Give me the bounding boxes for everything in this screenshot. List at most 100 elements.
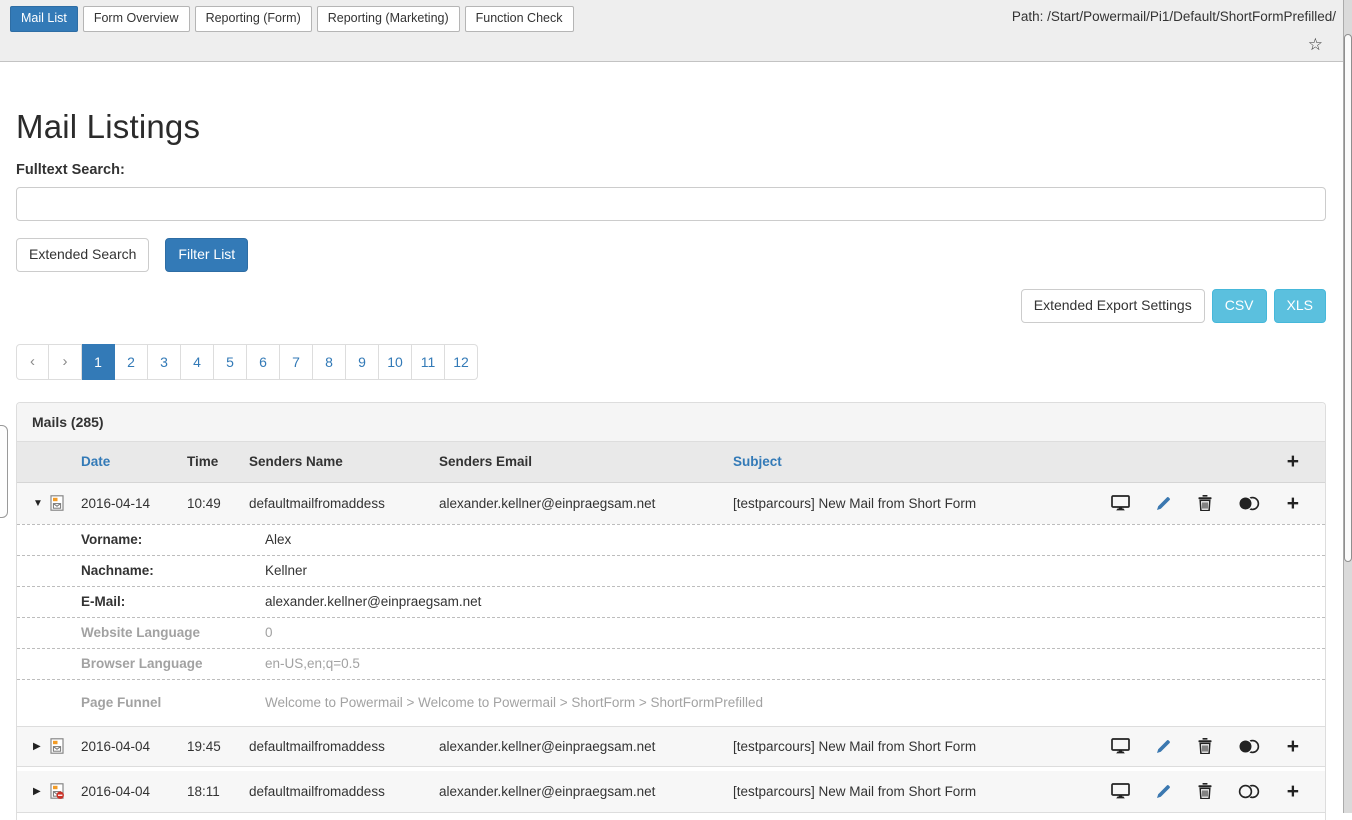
cell-sender-name: defaultmailfromaddess <box>249 739 439 754</box>
edit-pencil-icon[interactable] <box>1156 784 1171 799</box>
cell-date: 2016-04-04 <box>81 739 187 754</box>
fulltext-search-label: Fulltext Search: <box>16 162 1326 178</box>
extended-search-button[interactable]: Extended Search <box>16 238 149 272</box>
preview-monitor-icon[interactable] <box>1111 495 1130 511</box>
main-content: Mail Listings Fulltext Search: Extended … <box>0 62 1352 820</box>
mail-record-icon <box>50 738 64 754</box>
cell-time: 19:45 <box>187 739 249 754</box>
detail-row: E-Mail: alexander.kellner@einpraegsam.ne… <box>17 586 1325 617</box>
delete-trash-icon[interactable] <box>1198 783 1212 799</box>
delete-trash-icon[interactable] <box>1198 495 1212 511</box>
page-title: Mail Listings <box>16 62 1326 146</box>
table-header-row: Date Time Senders Name Senders Email Sub… <box>17 442 1325 483</box>
detail-value: 0 <box>265 625 1325 640</box>
cell-sender-name: defaultmailfromaddess <box>249 496 439 511</box>
detail-value: alexander.kellner@einpraegsam.net <box>265 594 1325 609</box>
tab-form-overview[interactable]: Form Overview <box>83 6 190 32</box>
search-actions: Extended Search Filter List <box>16 238 1326 272</box>
pagination-page-6[interactable]: 6 <box>247 344 280 380</box>
add-icon[interactable]: + <box>1287 493 1299 514</box>
pagination-page-9[interactable]: 9 <box>346 344 379 380</box>
csv-export-button[interactable]: CSV <box>1212 289 1267 323</box>
cell-sender-name: defaultmailfromaddess <box>249 784 439 799</box>
column-header-senders-email: Senders Email <box>439 454 733 469</box>
expand-caret-icon[interactable]: ▶ <box>33 741 44 752</box>
filter-list-button[interactable]: Filter List <box>165 238 248 272</box>
delete-trash-icon[interactable] <box>1198 738 1212 754</box>
table-row: ▼ 2016-04-14 10:49 defaultmailfromaddess… <box>17 483 1325 524</box>
pagination-page-2[interactable]: 2 <box>115 344 148 380</box>
cell-subject: [testparcours] New Mail from Short Form <box>733 739 1099 754</box>
column-header-date[interactable]: Date <box>81 454 187 469</box>
column-header-senders-name: Senders Name <box>249 454 439 469</box>
tab-reporting-marketing[interactable]: Reporting (Marketing) <box>317 6 460 32</box>
detail-label: Nachname: <box>17 563 265 578</box>
detail-label: Vorname: <box>17 532 265 547</box>
detail-value: Welcome to Powermail > Welcome to Powerm… <box>265 695 1325 710</box>
visibility-toggle-on-icon[interactable] <box>1238 739 1260 754</box>
cell-time: 18:11 <box>187 784 249 799</box>
add-icon[interactable]: + <box>1287 781 1299 802</box>
add-column-icon[interactable]: + <box>1287 451 1299 472</box>
preview-monitor-icon[interactable] <box>1111 738 1130 754</box>
pagination-page-7[interactable]: 7 <box>280 344 313 380</box>
bookmark-star-icon[interactable]: ☆ <box>1308 36 1323 53</box>
mail-record-hidden-icon <box>50 783 64 799</box>
tab-mail-list[interactable]: Mail List <box>10 6 78 32</box>
pagination-page-1[interactable]: 1 <box>82 344 115 380</box>
pagination: ‹ › 1 2 3 4 5 6 7 8 9 10 11 12 <box>16 344 478 380</box>
visibility-toggle-off-icon[interactable] <box>1238 784 1260 799</box>
detail-label: Browser Language <box>17 656 265 671</box>
table-row: ▶ 2016-04-04 18:11 defaultmailfromaddess… <box>17 771 1325 812</box>
pagination-page-8[interactable]: 8 <box>313 344 346 380</box>
visibility-toggle-on-icon[interactable] <box>1238 496 1260 511</box>
mails-panel-title: Mails (285) <box>17 403 1325 442</box>
pagination-page-3[interactable]: 3 <box>148 344 181 380</box>
pagination-page-11[interactable]: 11 <box>412 344 445 380</box>
add-icon[interactable]: + <box>1287 736 1299 757</box>
cell-time: 10:49 <box>187 496 249 511</box>
detail-label: Website Language <box>17 625 265 640</box>
detail-row: Page Funnel Welcome to Powermail > Welco… <box>17 679 1325 726</box>
column-header-subject[interactable]: Subject <box>733 454 1099 469</box>
vertical-scrollbar[interactable] <box>1343 0 1352 813</box>
pagination-page-4[interactable]: 4 <box>181 344 214 380</box>
collapse-caret-icon[interactable]: ▼ <box>33 498 44 509</box>
mail-record-icon <box>50 495 64 511</box>
preview-monitor-icon[interactable] <box>1111 783 1130 799</box>
edit-pencil-icon[interactable] <box>1156 496 1171 511</box>
doc-header: Mail List Form Overview Reporting (Form)… <box>0 0 1352 62</box>
edit-pencil-icon[interactable] <box>1156 739 1171 754</box>
tab-function-check[interactable]: Function Check <box>465 6 574 32</box>
cell-sender-email: alexander.kellner@einpraegsam.net <box>439 784 733 799</box>
expand-caret-icon[interactable]: ▶ <box>33 786 44 797</box>
extended-export-settings-button[interactable]: Extended Export Settings <box>1021 289 1205 323</box>
pagination-next-icon[interactable]: › <box>49 344 82 380</box>
detail-row: Website Language 0 <box>17 617 1325 648</box>
pagination-page-10[interactable]: 10 <box>379 344 412 380</box>
cell-sender-email: alexander.kellner@einpraegsam.net <box>439 739 733 754</box>
cell-subject: [testparcours] New Mail from Short Form <box>733 496 1099 511</box>
pagination-page-5[interactable]: 5 <box>214 344 247 380</box>
column-header-time: Time <box>187 454 249 469</box>
tab-reporting-form[interactable]: Reporting (Form) <box>195 6 312 32</box>
page-path: Path: /Start/Powermail/Pi1/Default/Short… <box>1012 9 1336 24</box>
module-tabs: Mail List Form Overview Reporting (Form)… <box>10 6 574 32</box>
detail-value: Kellner <box>265 563 1325 578</box>
pagination-prev-icon[interactable]: ‹ <box>16 344 49 380</box>
cell-date: 2016-04-04 <box>81 784 187 799</box>
xls-export-button[interactable]: XLS <box>1274 289 1326 323</box>
detail-row: Nachname: Kellner <box>17 555 1325 586</box>
table-row: ▶ 2016-04-04 19:45 defaultmailfromaddess… <box>17 726 1325 767</box>
scrollbar-thumb[interactable] <box>1344 34 1352 562</box>
pagination-page-12[interactable]: 12 <box>445 344 478 380</box>
detail-row: Vorname: Alex <box>17 524 1325 555</box>
left-edge-panel-flap[interactable] <box>0 425 8 518</box>
cell-subject: [testparcours] New Mail from Short Form <box>733 784 1099 799</box>
detail-label: E-Mail: <box>17 594 265 609</box>
cell-date: 2016-04-14 <box>81 496 187 511</box>
detail-row: Browser Language en-US,en;q=0.5 <box>17 648 1325 679</box>
detail-value: Alex <box>265 532 1325 547</box>
detail-label: Page Funnel <box>17 695 265 710</box>
fulltext-search-input[interactable] <box>16 187 1326 221</box>
